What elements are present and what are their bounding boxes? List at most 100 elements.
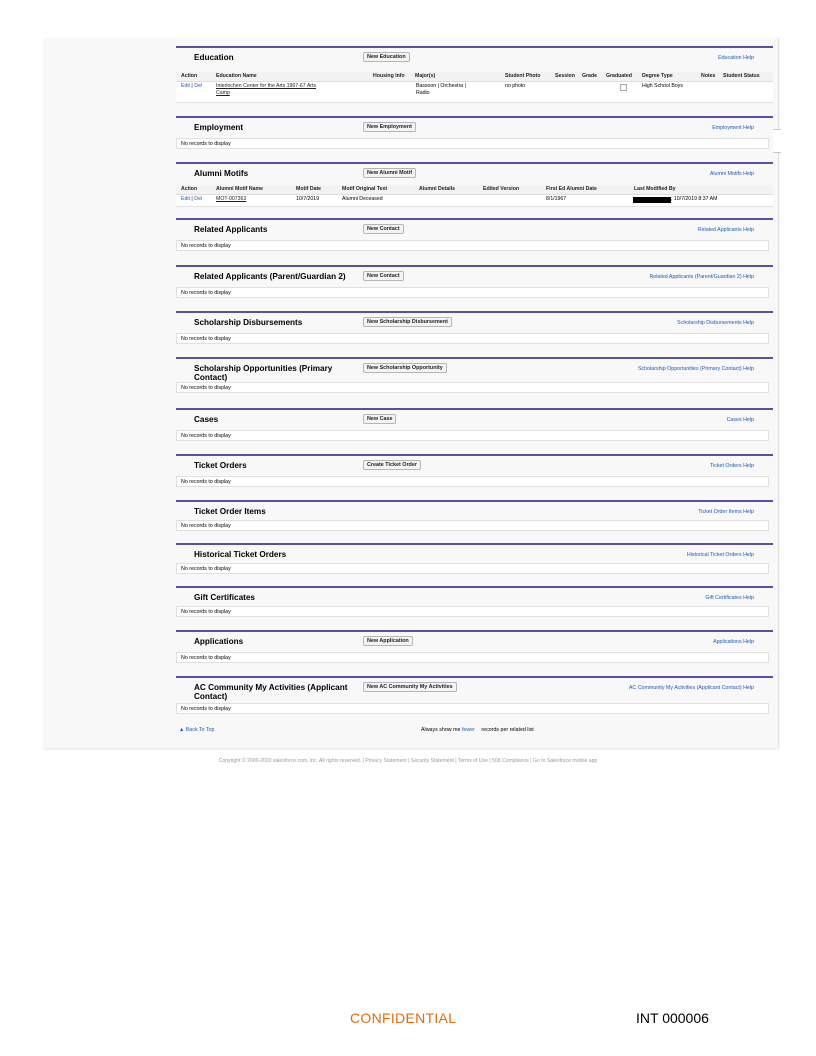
new-contact-button[interactable]: New Contact xyxy=(363,224,404,234)
column-header[interactable]: First Ed Alumni Date xyxy=(546,185,597,194)
column-header[interactable]: Grade xyxy=(582,72,597,81)
column-header[interactable]: Edited Version xyxy=(483,185,519,194)
applications-section: Applications New Application Application… xyxy=(176,630,773,668)
degree-type-value: High School Boys xyxy=(642,83,683,89)
column-header: Action xyxy=(181,186,198,192)
section-title-line: Contact) xyxy=(194,373,228,382)
section-title: Ticket Orders xyxy=(194,461,247,470)
redaction-bar xyxy=(633,197,671,203)
section-title: Ticket Order Items xyxy=(194,507,266,516)
no-records-text: No records to display xyxy=(176,138,769,149)
education-name-link[interactable]: Interlochen Center for the Arts 1967-67 … xyxy=(216,82,316,91)
column-header[interactable]: Housing Info xyxy=(373,72,405,81)
table-header: Action Alumni Motif Name Motif Date Moti… xyxy=(176,185,773,195)
column-header[interactable]: Major(s) xyxy=(415,72,435,81)
scholarship-opportunities-help-link[interactable]: Scholarship Opportunities (Primary Conta… xyxy=(638,366,754,372)
column-header[interactable]: Motif Date xyxy=(296,185,321,194)
column-header[interactable]: Session xyxy=(555,72,575,81)
section-title: Historical Ticket Orders xyxy=(194,550,287,559)
employment-section: Employment New Employment Employment Hel… xyxy=(176,116,773,154)
row-actions: Edit | Del xyxy=(181,195,202,204)
student-photo-value: no photo xyxy=(505,83,526,89)
gift-certificates-help-link[interactable]: Gift Certificates Help xyxy=(705,595,754,601)
alumni-motif-name-link[interactable]: MOT-007363 xyxy=(216,195,246,204)
column-header[interactable]: Notes xyxy=(701,72,715,81)
section-title-line: Contact) xyxy=(194,692,228,701)
gift-certificates-section: Gift Certificates Gift Certificates Help… xyxy=(176,586,773,622)
column-header[interactable]: Last Modified By xyxy=(634,185,676,194)
new-scholarship-disbursement-button[interactable]: New Scholarship Disbursement xyxy=(363,317,452,327)
new-education-button[interactable]: New Education xyxy=(363,52,410,62)
section-title: Scholarship Disbursements xyxy=(194,318,303,327)
scholarship-disbursements-help-link[interactable]: Scholarship Disbursements Help xyxy=(677,320,754,326)
new-contact-button[interactable]: New Contact xyxy=(363,271,404,281)
section-title-line: Scholarship Opportunities (Primary xyxy=(194,364,333,373)
ac-community-section: AC Community My Activities (Applicant Co… xyxy=(176,676,773,718)
no-records-text: No records to display xyxy=(176,606,769,617)
records-per-list-control: Always show me fewer records per related… xyxy=(421,727,534,733)
cases-help-link[interactable]: Cases Help xyxy=(727,417,754,423)
caret-up-icon: ▲ xyxy=(179,727,185,733)
alumni-motifs-help-link[interactable]: Alumni Motifs Help xyxy=(710,171,754,177)
no-records-text: No records to display xyxy=(176,333,769,344)
motif-original-text-value: Alumni Deceased xyxy=(342,196,383,202)
graduated-checkbox xyxy=(620,84,627,91)
column-header[interactable]: Education Name xyxy=(216,72,257,81)
edit-link[interactable]: Edit xyxy=(181,83,190,89)
new-scholarship-opportunity-button[interactable]: New Scholarship Opportunity xyxy=(363,363,447,373)
ticket-order-items-section: Ticket Order Items Ticket Order Items He… xyxy=(176,500,773,536)
new-case-button[interactable]: New Case xyxy=(363,414,397,424)
education-section: Education New Education Education Help A… xyxy=(176,46,773,108)
copyright-text: Copyright © 2000-2020 salesforce.com, in… xyxy=(218,758,598,764)
related-applicants-help-link[interactable]: Related Applicants Help xyxy=(698,227,754,233)
related-applicants-2-section: Related Applicants (Parent/Guardian 2) N… xyxy=(176,265,773,303)
create-ticket-order-button[interactable]: Create Ticket Order xyxy=(363,460,421,470)
column-header: Action xyxy=(181,73,198,79)
new-application-button[interactable]: New Application xyxy=(363,636,413,646)
historical-ticket-orders-section: Historical Ticket Orders Historical Tick… xyxy=(176,543,773,579)
related-applicants-2-help-link[interactable]: Related Applicants (Parent/Guardian 2) H… xyxy=(649,274,754,280)
no-records-text: No records to display xyxy=(176,430,769,441)
section-title-line: AC Community My Activities (Applicant xyxy=(194,683,348,692)
no-records-text: No records to display xyxy=(176,703,769,714)
section-title: Gift Certificates xyxy=(194,593,255,602)
show-fewer-link[interactable]: fewer xyxy=(462,727,475,733)
ac-community-help-link[interactable]: AC Community My Activities (Applicant Co… xyxy=(629,685,754,691)
ticket-order-items-help-link[interactable]: Ticket Order Items Help xyxy=(698,509,754,515)
section-title: Cases xyxy=(194,415,219,424)
cases-section: Cases New Case Cases Help No records to … xyxy=(176,408,773,446)
new-employment-button[interactable]: New Employment xyxy=(363,122,416,132)
back-to-top-link[interactable]: ▲ Back To Top xyxy=(179,727,214,733)
edit-link[interactable]: Edit xyxy=(181,196,190,202)
column-header[interactable]: Student Photo xyxy=(505,72,540,81)
new-alumni-motif-button[interactable]: New Alumni Motif xyxy=(363,168,417,178)
historical-ticket-orders-help-link[interactable]: Historical Ticket Orders Help xyxy=(687,552,754,558)
no-records-text: No records to display xyxy=(176,520,769,531)
delete-link[interactable]: Del xyxy=(194,83,202,89)
new-ac-community-activity-button[interactable]: New AC Community My Activities xyxy=(363,682,457,692)
column-header[interactable]: Alumni Motif Name xyxy=(216,185,263,194)
delete-link[interactable]: Del xyxy=(194,196,202,202)
education-name-link-cont[interactable]: Camp xyxy=(216,89,230,98)
column-header[interactable]: Alumni Details xyxy=(419,185,455,194)
last-modified-value: , 10/7/2019 8:37 AM xyxy=(671,196,718,202)
ticket-orders-help-link[interactable]: Ticket Orders Help xyxy=(710,463,754,469)
applications-help-link[interactable]: Applications Help xyxy=(713,639,754,645)
education-help-link[interactable]: Education Help xyxy=(718,55,754,61)
related-applicants-section: Related Applicants New Contact Related A… xyxy=(176,218,773,256)
employment-help-link[interactable]: Employment Help xyxy=(712,125,754,131)
section-title: Employment xyxy=(194,123,244,132)
action-separator: | xyxy=(191,196,193,202)
section-title: Related Applicants (Parent/Guardian 2) xyxy=(194,272,346,281)
show-suffix-text: records per related list xyxy=(481,727,534,733)
column-header[interactable]: Motif Original Text xyxy=(342,185,387,194)
section-title: AC Community My Activities (Applicant Co… xyxy=(194,683,364,701)
alumni-motifs-section: Alumni Motifs New Alumni Motif Alumni Mo… xyxy=(176,162,773,212)
no-records-text: No records to display xyxy=(176,287,769,298)
section-title: Applications xyxy=(194,637,244,646)
column-header[interactable]: Degree Type xyxy=(642,72,673,81)
column-header[interactable]: Student Status xyxy=(723,72,760,81)
no-records-text: No records to display xyxy=(176,652,769,663)
column-header[interactable]: Graduated xyxy=(606,72,632,81)
scholarship-disbursements-section: Scholarship Disbursements New Scholarshi… xyxy=(176,311,773,349)
